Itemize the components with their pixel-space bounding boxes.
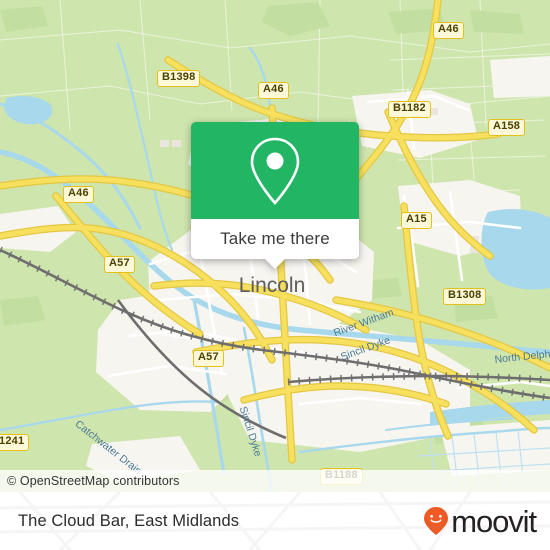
city-label-lincoln: Lincoln [239,274,306,297]
moovit-logo[interactable]: moovit [423,503,537,539]
road-shield: A57 [193,350,224,367]
footer-bar: The Cloud Bar, East Midlands moovit [0,492,550,550]
map-attribution: © OpenStreetMap contributors [0,470,550,492]
road-shield: A46 [258,82,289,99]
callout-action-bar[interactable]: Take me there [191,219,359,269]
road-shield: B1308 [443,288,487,305]
take-me-there-callout[interactable]: Take me there [191,122,359,269]
road-shield: B1182 [388,101,431,118]
moovit-wordmark: moovit [451,503,537,539]
road-shield: A46 [433,22,464,39]
road-shield: A57 [104,256,135,273]
moovit-pin-icon [424,507,449,535]
take-me-there-label: Take me there [220,229,330,248]
moovit-map-screen: Lincoln River Witham Sincil Dyke North D… [0,0,550,550]
callout-image-area [191,122,359,219]
place-title: The Cloud Bar, East Midlands [18,511,240,530]
road-shield: B1398 [157,70,201,87]
callout-pointer-tip [264,258,286,269]
attribution-text: © OpenStreetMap contributors [7,474,180,488]
road-shield: A15 [401,212,432,229]
road-shield: A158 [488,119,526,136]
map-pin-icon [250,137,300,205]
road-shield: 1241 [0,434,30,451]
road-shield: A46 [63,186,94,203]
